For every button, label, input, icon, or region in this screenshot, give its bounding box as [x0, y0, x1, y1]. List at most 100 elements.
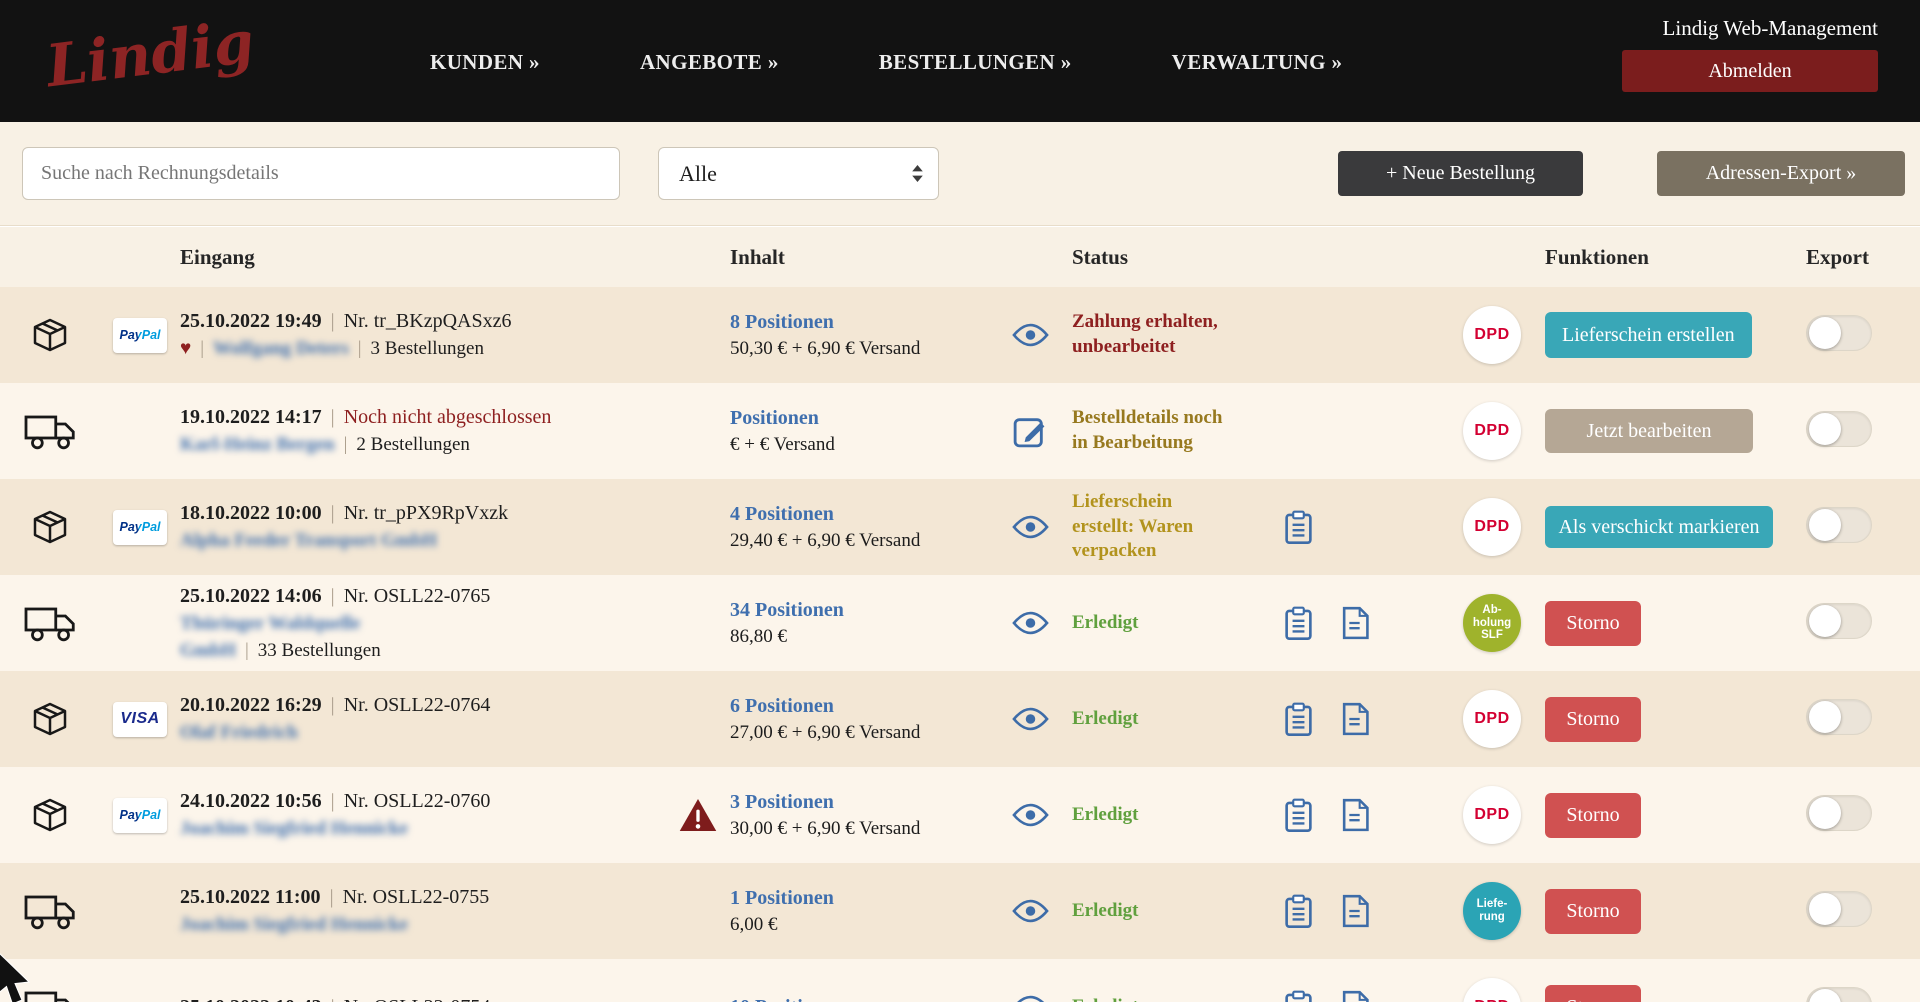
- order-row: PayPal 24.10.2022 10:56|Nr. OSLL22-0760 …: [0, 767, 1920, 863]
- order-date: 25.10.2022 11:00: [180, 886, 321, 908]
- edit-now-button[interactable]: Jetzt bearbeiten: [1545, 409, 1753, 453]
- export-toggle[interactable]: [1806, 315, 1872, 351]
- order-number: Nr. OSLL22-0754: [344, 996, 491, 1002]
- positions-link[interactable]: 8 Positionen: [730, 311, 834, 333]
- view-order-icon[interactable]: [1012, 323, 1049, 347]
- nav-item-kunden[interactable]: KUNDEN »: [430, 50, 540, 75]
- packing-list-icon[interactable]: [1284, 990, 1313, 1002]
- export-toggle[interactable]: [1806, 795, 1872, 831]
- positions-link[interactable]: 3 Positionen: [730, 791, 834, 813]
- positions-link[interactable]: 10 Positionen: [730, 996, 844, 1002]
- customer-link[interactable]: Alpha Feeder Transport GmbH: [180, 530, 437, 553]
- view-order-icon[interactable]: [1012, 611, 1049, 635]
- invoice-icon[interactable]: [1339, 894, 1370, 928]
- order-number: Nr. OSLL22-0764: [344, 694, 491, 716]
- dpd-badge: DPD: [1463, 402, 1521, 460]
- order-status: Erledigt: [1072, 995, 1227, 1002]
- view-order-icon[interactable]: [1012, 515, 1049, 539]
- export-toggle[interactable]: [1806, 603, 1872, 639]
- order-amount: 29,40 € + 6,90 € Versand: [730, 530, 1000, 552]
- invoice-icon[interactable]: [1339, 798, 1370, 832]
- truck-icon: [23, 602, 78, 644]
- order-date: 19.10.2022 14:17: [180, 406, 322, 428]
- view-order-icon[interactable]: [1012, 707, 1049, 731]
- main-nav: KUNDEN » ANGEBOTE » BESTELLUNGEN » VERWA…: [430, 50, 1342, 75]
- visa-badge: VISA: [113, 702, 167, 737]
- table-header: Eingang Inhalt Status Funktionen Export: [0, 227, 1920, 287]
- view-order-icon[interactable]: [1012, 803, 1049, 827]
- packing-list-icon[interactable]: [1284, 702, 1313, 737]
- export-toggle[interactable]: [1806, 987, 1872, 1002]
- order-date: 20.10.2022 16:29: [180, 694, 322, 716]
- order-number: Nr. OSLL22-0755: [343, 886, 490, 908]
- order-row: 25.10.2022 10:43|Nr. OSLL22-0754 10 Posi…: [0, 959, 1920, 1002]
- search-input[interactable]: [22, 147, 620, 200]
- edit-order-icon[interactable]: [1013, 414, 1047, 448]
- toggle-knob: [1809, 893, 1841, 925]
- customer-link[interactable]: Joachim Siegfried Hennicke: [180, 914, 408, 937]
- paypal-badge: PayPal: [113, 510, 167, 545]
- packing-list-icon[interactable]: [1284, 798, 1313, 833]
- positions-link[interactable]: 4 Positionen: [730, 503, 834, 525]
- order-amount: € + € Versand: [730, 434, 1000, 456]
- order-row: PayPal 25.10.2022 19:49|Nr. tr_BKzpQASxz…: [0, 287, 1920, 383]
- positions-link[interactable]: 1 Positionen: [730, 887, 834, 909]
- col-header-eingang: Eingang: [180, 245, 730, 270]
- mark-shipped-button[interactable]: Als verschickt markieren: [1545, 506, 1773, 548]
- view-order-icon[interactable]: [1012, 995, 1049, 1002]
- separator: |: [331, 694, 335, 716]
- logout-button[interactable]: Abmelden: [1622, 50, 1878, 92]
- create-delivery-note-button[interactable]: Lieferschein erstellen: [1545, 312, 1752, 358]
- favorite-icon: ♥: [180, 338, 191, 361]
- order-amount: 6,00 €: [730, 914, 1000, 936]
- storno-button[interactable]: Storno: [1545, 697, 1641, 742]
- export-toggle[interactable]: [1806, 411, 1872, 447]
- dpd-badge: DPD: [1463, 498, 1521, 556]
- customer-link[interactable]: Karl-Heinz Bergen: [180, 434, 335, 457]
- separator: |: [331, 310, 335, 332]
- order-date: 18.10.2022 10:00: [180, 502, 322, 524]
- positions-link[interactable]: 6 Positionen: [730, 695, 834, 717]
- order-number: Nr. tr_BKzpQASxz6: [344, 310, 512, 332]
- order-status: Erledigt: [1072, 803, 1227, 828]
- customer-link[interactable]: Thüringer Waldquelle: [180, 613, 360, 636]
- dpd-badge: DPD: [1463, 690, 1521, 748]
- order-row: PayPal 18.10.2022 10:00|Nr. tr_pPX9RpVxz…: [0, 479, 1920, 575]
- order-status: Erledigt: [1072, 707, 1227, 732]
- storno-button[interactable]: Storno: [1545, 601, 1641, 646]
- customer-link[interactable]: GmbH: [180, 640, 236, 663]
- col-header-export: Export: [1790, 245, 1920, 270]
- address-export-button[interactable]: Adressen-Export »: [1657, 151, 1905, 196]
- view-order-icon[interactable]: [1012, 899, 1049, 923]
- packing-list-icon[interactable]: [1284, 606, 1313, 641]
- storno-button[interactable]: Storno: [1545, 985, 1641, 1002]
- lindig-logo[interactable]: Lindig: [43, 8, 258, 101]
- invoice-icon[interactable]: [1339, 702, 1370, 736]
- invoice-icon[interactable]: [1339, 990, 1370, 1002]
- order-number: Nr. OSLL22-0765: [344, 585, 491, 607]
- export-toggle[interactable]: [1806, 891, 1872, 927]
- export-toggle[interactable]: [1806, 699, 1872, 735]
- order-row: 25.10.2022 11:00|Nr. OSLL22-0755 Joachim…: [0, 863, 1920, 959]
- packing-list-icon[interactable]: [1284, 510, 1313, 545]
- toggle-knob: [1809, 797, 1841, 829]
- nav-item-angebote[interactable]: ANGEBOTE »: [640, 50, 779, 75]
- positions-link[interactable]: 34 Positionen: [730, 599, 844, 621]
- nav-item-bestellungen[interactable]: BESTELLUNGEN »: [879, 50, 1072, 75]
- packing-list-icon[interactable]: [1284, 894, 1313, 929]
- storno-button[interactable]: Storno: [1545, 889, 1641, 934]
- invoice-icon[interactable]: [1339, 606, 1370, 640]
- storno-button[interactable]: Storno: [1545, 793, 1641, 838]
- positions-link[interactable]: Positionen: [730, 407, 819, 429]
- customer-link[interactable]: Joachim Siegfried Hennicke: [180, 818, 408, 841]
- paypal-badge: PayPal: [113, 318, 167, 353]
- customer-link[interactable]: Wolfgang Deters: [213, 338, 349, 361]
- new-order-button[interactable]: + Neue Bestellung: [1338, 151, 1583, 196]
- dpd-badge: DPD: [1463, 306, 1521, 364]
- customer-link[interactable]: Olaf Friedrich: [180, 722, 298, 745]
- filter-select[interactable]: Alle: [658, 147, 939, 200]
- nav-item-verwaltung[interactable]: VERWALTUNG »: [1172, 50, 1343, 75]
- order-date: 24.10.2022 10:56: [180, 790, 322, 812]
- export-toggle[interactable]: [1806, 507, 1872, 543]
- filter-select-value: Alle: [679, 161, 717, 187]
